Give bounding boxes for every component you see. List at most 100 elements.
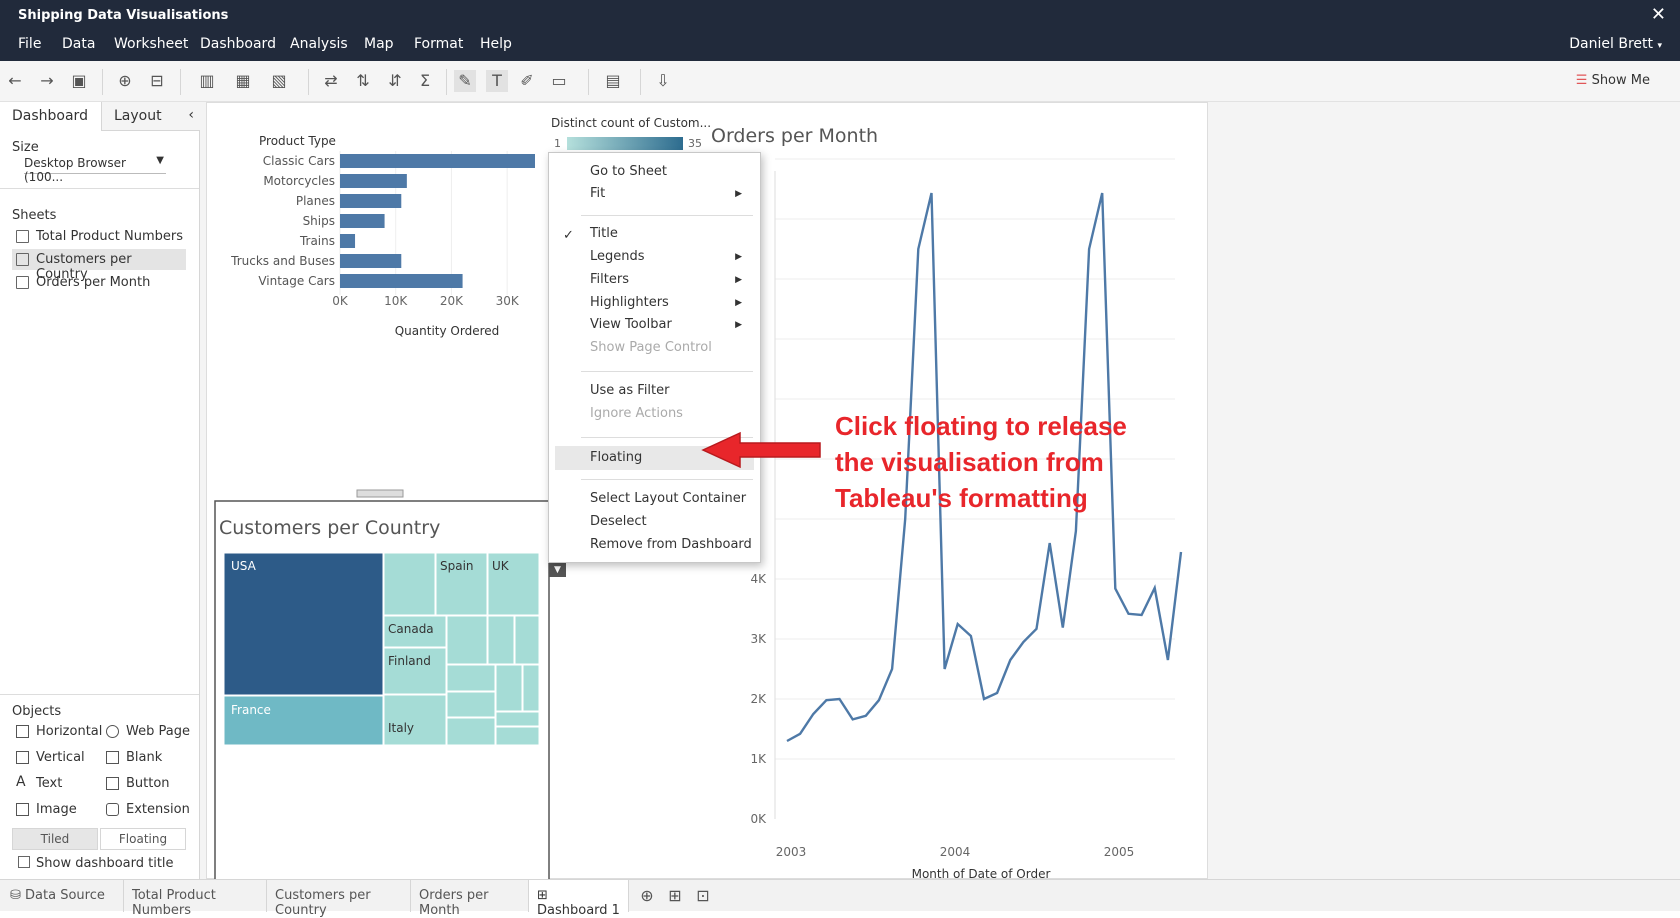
vertical-icon [16, 751, 29, 764]
treemap-cell-label: Italy [388, 721, 414, 735]
new-story-icon[interactable]: ⊡ [692, 885, 714, 907]
globe-icon [106, 725, 119, 738]
tab-total-product-numbers[interactable]: Total Product Numbers [124, 880, 267, 918]
new-worksheet-icon[interactable]: ▥ [196, 70, 218, 92]
treemap-cell [446, 717, 496, 746]
totals-icon[interactable]: Σ [414, 70, 436, 92]
size-dropdown[interactable]: Desktop Browser (100... ▼ [24, 154, 166, 184]
pause-updates-icon[interactable]: ⊟ [146, 70, 168, 92]
menu-dashboard[interactable]: Dashboard [200, 36, 276, 52]
close-icon[interactable]: ✕ [1651, 4, 1666, 25]
tab-orders-per-month[interactable]: Orders per Month [411, 880, 529, 918]
objects-label: Objects [12, 704, 62, 719]
arrow-shape [701, 431, 821, 469]
line-y-tick-label: 2K [750, 692, 767, 706]
object-horizontal[interactable]: Horizontal [14, 724, 102, 739]
menu-item-remove-from-dashboard[interactable]: Remove from Dashboard [590, 537, 752, 552]
sheet-total-product-numbers[interactable]: Total Product Numbers [12, 226, 186, 247]
menu-map[interactable]: Map [364, 36, 394, 52]
submenu-arrow-icon: ▶ [735, 252, 742, 262]
legend-min: 1 [554, 137, 561, 150]
menu-item-deselect[interactable]: Deselect [590, 514, 647, 529]
toolbar-separator [446, 69, 447, 95]
size-value: Desktop Browser (100... [24, 156, 126, 184]
highlight-icon[interactable]: ✎ [454, 70, 476, 92]
menu-file[interactable]: File [18, 36, 41, 52]
object-vertical[interactable]: Vertical [14, 750, 85, 765]
divider [0, 188, 199, 189]
show-me-label: Show Me [1591, 73, 1650, 88]
treemap-cell [495, 726, 540, 746]
text-label-icon[interactable]: T [486, 70, 508, 92]
presentation-mode-icon[interactable]: ▤ [602, 70, 624, 92]
menu-item-use-as-filter[interactable]: Use as Filter [590, 383, 670, 398]
callout-line: Tableau's formatting [835, 483, 1088, 513]
new-data-source-icon[interactable]: ⊕ [114, 70, 136, 92]
menu-item-select-layout-container[interactable]: Select Layout Container [590, 491, 746, 506]
sort-ascending-icon[interactable]: ⇅ [352, 70, 374, 92]
button-icon [106, 777, 119, 790]
show-me-button[interactable]: ☰ Show Me [1576, 73, 1650, 88]
sheet-customers-per-country[interactable]: Customers per Country [12, 249, 186, 282]
bar-x-tick-label: 0K [332, 294, 349, 308]
bar-category-label: Planes [296, 194, 335, 208]
menu-item-highlighters[interactable]: Highlighters [590, 295, 669, 310]
clear-sheet-icon[interactable]: ▧ [268, 70, 290, 92]
floating-toggle[interactable]: Floating [100, 828, 186, 850]
user-menu[interactable]: Daniel Brett ▾ [1569, 36, 1662, 52]
format-workbook-icon[interactable]: ✐ [516, 70, 538, 92]
line-x-tick-label: 2005 [1104, 845, 1135, 859]
sheet-icon [16, 230, 29, 243]
object-button[interactable]: Button [104, 776, 170, 791]
object-image[interactable]: Image [14, 802, 77, 817]
menu-help[interactable]: Help [480, 36, 512, 52]
sheet-orders-per-month[interactable]: Orders per Month [12, 272, 186, 293]
menu-item-view-toolbar[interactable]: View Toolbar [590, 317, 672, 332]
redo-icon[interactable]: → [36, 70, 58, 92]
menu-format[interactable]: Format [414, 36, 463, 52]
menu-analysis[interactable]: Analysis [290, 36, 348, 52]
tab-layout[interactable]: Layout ‹ [102, 102, 200, 131]
tab-customers-per-country[interactable]: Customers per Country [267, 880, 411, 918]
menu-data[interactable]: Data [62, 36, 95, 52]
treemap-cell [383, 694, 447, 746]
tab-dashboard[interactable]: Dashboard [0, 102, 102, 131]
sheet-icon [16, 276, 29, 289]
submenu-arrow-icon: ▶ [735, 275, 742, 285]
new-worksheet-icon[interactable]: ⊕ [636, 885, 658, 907]
window-titlebar: Shipping Data Visualisations ✕ [0, 0, 1680, 30]
line-x-tick-label: 2003 [776, 845, 807, 859]
new-dashboard-icon[interactable]: ⊞ [664, 885, 686, 907]
save-icon[interactable]: ▣ [68, 70, 90, 92]
object-text[interactable]: A Text [14, 775, 62, 791]
bar [340, 194, 402, 208]
undo-icon[interactable]: ← [4, 70, 26, 92]
menu-item-fit[interactable]: Fit [590, 186, 605, 201]
menu-worksheet[interactable]: Worksheet [114, 36, 188, 52]
show-title-checkbox[interactable]: Show dashboard title [18, 856, 174, 871]
object-extension[interactable]: Extension [104, 802, 190, 817]
share-icon[interactable]: ⇩ [652, 70, 674, 92]
swap-icon[interactable]: ⇄ [320, 70, 342, 92]
legend-title: Distinct count of Custom... [551, 116, 711, 130]
fit-icon[interactable]: ▭ [548, 70, 570, 92]
treemap-cell-label: UK [492, 559, 510, 573]
tab-dashboard-1[interactable]: ⊞ Dashboard 1 [529, 880, 629, 918]
object-web-page[interactable]: Web Page [104, 724, 190, 739]
legend-max: 35 [688, 137, 702, 150]
treemap-cell-label: USA [231, 559, 257, 573]
collapse-icon[interactable]: ‹ [188, 107, 194, 123]
tab-data-source[interactable]: ⛁ Data Source [0, 880, 124, 912]
menu-item-go-to-sheet[interactable]: Go to Sheet [590, 164, 667, 179]
tiled-toggle[interactable]: Tiled [12, 828, 98, 850]
resize-handle-icon [356, 489, 404, 498]
menu-item-filters[interactable]: Filters [590, 272, 629, 287]
menu-item-title[interactable]: Title [590, 226, 618, 241]
menu-item-legends[interactable]: Legends [590, 249, 645, 264]
menu-separator [581, 215, 753, 216]
object-blank[interactable]: Blank [104, 750, 162, 765]
sort-descending-icon[interactable]: ⇵ [384, 70, 406, 92]
menu-item-floating[interactable]: Floating [590, 450, 642, 465]
duplicate-sheet-icon[interactable]: ▦ [232, 70, 254, 92]
submenu-arrow-icon: ▶ [735, 298, 742, 308]
